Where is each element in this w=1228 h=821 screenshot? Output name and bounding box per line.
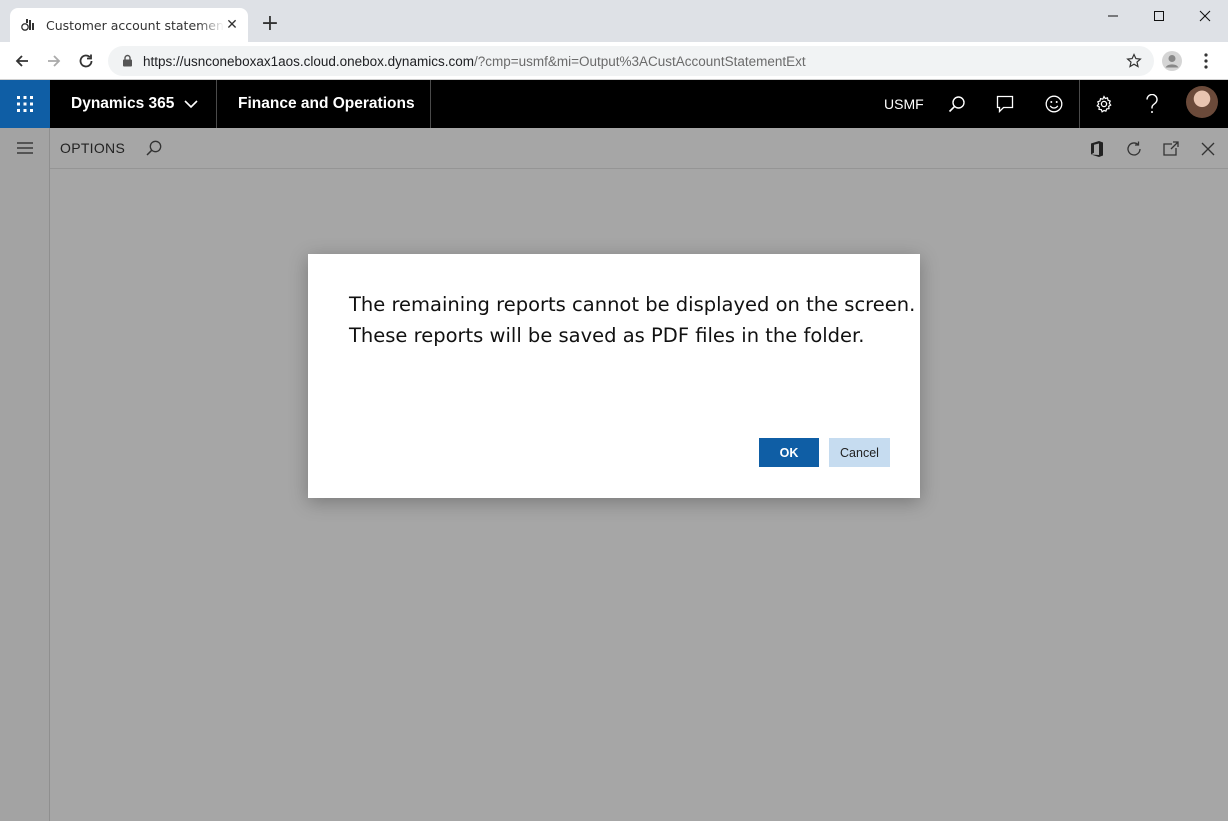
options-tab[interactable]: OPTIONS (60, 128, 125, 168)
forward-arrow-icon[interactable] (42, 49, 66, 73)
dialog-message-line-1: The remaining reports cannot be displaye… (349, 293, 916, 316)
chevron-down-icon (184, 99, 198, 109)
gear-icon[interactable] (1080, 80, 1128, 128)
open-new-window-icon[interactable] (1160, 138, 1182, 160)
browser-toolbar: https://usnconeboxax1aos.cloud.onebox.dy… (0, 42, 1228, 80)
tab-title: Customer account statement -- Finance an… (46, 17, 224, 33)
module-name: Finance and Operations (217, 80, 431, 128)
url-path: /?cmp=usmf&mi=Output%3ACustAccountStatem… (473, 53, 806, 69)
dialog-message: The remaining reports cannot be displaye… (349, 289, 915, 351)
browser-titlebar: Customer account statement -- Finance an… (0, 0, 1228, 42)
browser-tab[interactable]: Customer account statement -- Finance an… (10, 8, 248, 42)
app-launcher-icon[interactable] (0, 80, 50, 128)
hamburger-menu-icon[interactable] (13, 138, 37, 158)
navigation-pane (0, 128, 50, 821)
window-close-icon[interactable] (1182, 0, 1228, 32)
new-tab-button[interactable]: + (258, 12, 282, 36)
profile-icon[interactable] (1160, 49, 1184, 73)
tab-close-icon[interactable]: ✕ (224, 17, 240, 33)
action-search-icon[interactable] (144, 138, 164, 158)
minimize-icon[interactable] (1090, 0, 1136, 32)
back-arrow-icon[interactable] (10, 49, 34, 73)
action-pane: OPTIONS (50, 128, 1228, 169)
chat-icon[interactable] (981, 80, 1029, 128)
refresh-icon[interactable] (1123, 138, 1145, 160)
brand-menu[interactable]: Dynamics 365 (50, 80, 217, 128)
d365-navbar: Dynamics 365 Finance and Operations USMF (0, 80, 1228, 128)
lock-icon (122, 52, 133, 71)
company-picker[interactable]: USMF (884, 80, 924, 128)
cancel-button[interactable]: Cancel (829, 438, 890, 467)
brand-label: Dynamics 365 (71, 95, 175, 112)
office-icon[interactable] (1086, 138, 1108, 160)
reload-icon[interactable] (74, 49, 98, 73)
smiley-icon[interactable] (1030, 80, 1078, 128)
close-form-icon[interactable] (1197, 138, 1219, 160)
user-avatar[interactable] (1186, 86, 1218, 118)
message-dialog: The remaining reports cannot be displaye… (308, 254, 920, 498)
url-bar[interactable]: https://usnconeboxax1aos.cloud.onebox.dy… (108, 46, 1154, 76)
star-icon[interactable] (1126, 53, 1142, 73)
url-host: https://usnconeboxax1aos.cloud.onebox.dy… (143, 53, 474, 69)
ok-button[interactable]: OK (759, 438, 819, 467)
dialog-message-line-2: These reports will be saved as PDF files… (349, 324, 865, 347)
browser-menu-icon[interactable] (1194, 49, 1218, 73)
search-icon[interactable] (933, 80, 981, 128)
maximize-icon[interactable] (1136, 0, 1182, 32)
help-icon[interactable] (1128, 80, 1176, 128)
d365-favicon-icon (20, 17, 36, 33)
